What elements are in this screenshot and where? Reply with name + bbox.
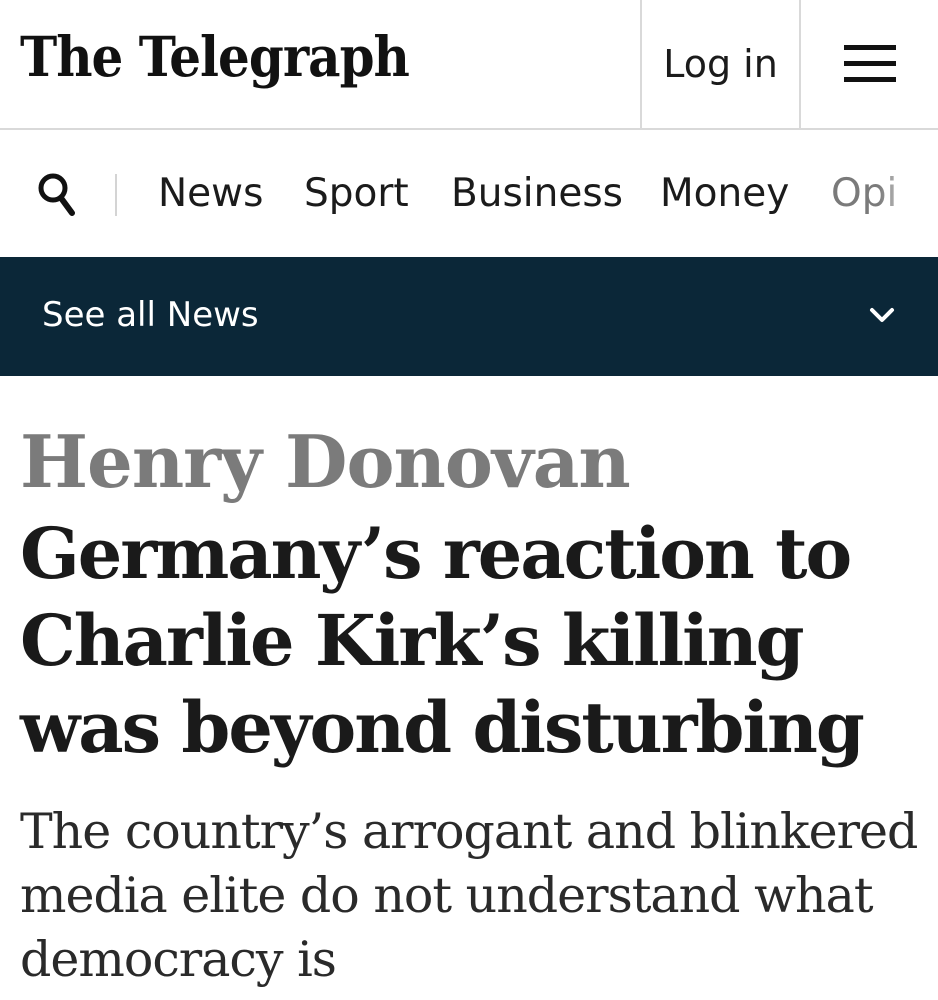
standfirst-line: The country’s arrogant and blinkered bbox=[20, 803, 918, 860]
see-all-news-label: See all News bbox=[42, 295, 259, 335]
menu-bars bbox=[843, 45, 896, 83]
login-button[interactable]: Log in bbox=[640, 0, 801, 128]
nav-divider bbox=[115, 174, 117, 216]
see-all-news-bar[interactable]: See all News bbox=[0, 257, 938, 376]
article-headline: Germany’s reaction to Charlie Kirk’s kil… bbox=[20, 510, 920, 771]
headline-line: Charlie Kirk’s killing bbox=[20, 599, 805, 682]
section-nav: News Sport Business Money Opi bbox=[0, 130, 938, 257]
author-name[interactable]: Henry Donovan bbox=[20, 418, 631, 506]
masthead: The Telegraph Log in bbox=[0, 0, 938, 130]
search-icon[interactable] bbox=[36, 170, 80, 220]
nav-item-business[interactable]: Business bbox=[451, 130, 623, 257]
hamburger-menu-icon[interactable] bbox=[801, 0, 938, 128]
telegraph-logo[interactable]: The Telegraph bbox=[20, 22, 410, 92]
standfirst-line: media elite do not understand what bbox=[20, 867, 874, 924]
nav-item-sport[interactable]: Sport bbox=[304, 130, 409, 257]
nav-item-news[interactable]: News bbox=[158, 130, 263, 257]
headline-line: Germany’s reaction to bbox=[20, 512, 852, 595]
nav-item-opinion[interactable]: Opi bbox=[831, 130, 897, 257]
nav-item-money[interactable]: Money bbox=[660, 130, 789, 257]
headline-line: was beyond disturbing bbox=[20, 686, 865, 769]
article-standfirst: The country’s arrogant and blinkered med… bbox=[20, 800, 920, 992]
chevron-down-icon bbox=[866, 303, 898, 327]
standfirst-line: democracy is bbox=[20, 931, 337, 988]
